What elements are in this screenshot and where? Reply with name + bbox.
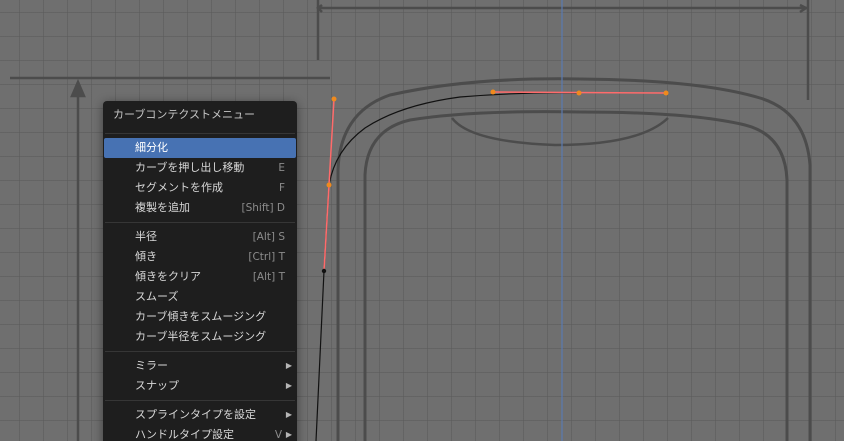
menu-item-snap[interactable]: スナップ ▶ — [104, 376, 296, 396]
curve-handles[interactable] — [321, 89, 669, 274]
control-point — [576, 90, 582, 96]
menu-item-shortcut: [Shift] D — [241, 202, 285, 214]
curve-context-menu: カーブコンテクストメニュー 細分化 カーブを押し出し移動 E セグメントを作成 … — [103, 101, 297, 441]
menu-item-shortcut: [Alt] S — [252, 231, 285, 243]
menu-item-smooth[interactable]: スムーズ — [104, 287, 296, 307]
triangle-right-icon: ▶ — [285, 430, 292, 439]
control-point — [326, 182, 332, 188]
menu-item-label: 傾きをクリア — [135, 270, 201, 283]
menu-item-make-segment[interactable]: セグメントを作成 F — [104, 178, 296, 198]
handle-point — [321, 268, 327, 274]
menu-item-label: 傾き — [135, 250, 157, 263]
menu-item-label: カーブ傾きをスムージング — [135, 310, 267, 323]
menu-item-label: セグメントを作成 — [135, 181, 223, 194]
menu-item-label: 複製を追加 — [135, 201, 190, 214]
handle-point — [663, 90, 669, 96]
menu-item-label: スムーズ — [135, 290, 179, 303]
menu-item-set-handle-type[interactable]: ハンドルタイプ設定 V ▶ — [104, 425, 296, 441]
menu-item-shortcut: [Alt] T — [252, 271, 285, 283]
menu-item-label: カーブを押し出し移動 — [135, 161, 245, 174]
handle-point — [490, 89, 496, 95]
menu-item-duplicate[interactable]: 複製を追加 [Shift] D — [104, 198, 296, 218]
menu-item-subdivide[interactable]: 細分化 — [104, 138, 296, 158]
menu-separator — [105, 400, 295, 401]
3d-viewport[interactable]: カーブコンテクストメニュー 細分化 カーブを押し出し移動 E セグメントを作成 … — [0, 0, 844, 441]
handle-point — [331, 96, 337, 102]
menu-item-shortcut: [Ctrl] T — [248, 251, 285, 263]
menu-item-smooth-radius[interactable]: カーブ半径をスムージング — [104, 327, 296, 347]
menu-item-set-spline-type[interactable]: スプラインタイプを設定 ▶ — [104, 405, 296, 425]
triangle-right-icon: ▶ — [285, 361, 292, 370]
menu-item-extrude-curve[interactable]: カーブを押し出し移動 E — [104, 158, 296, 178]
menu-item-label: スナップ — [135, 379, 179, 392]
menu-separator — [105, 222, 295, 223]
menu-item-label: スプラインタイプを設定 — [135, 408, 256, 421]
menu-title: カーブコンテクストメニュー — [113, 108, 256, 121]
menu-item-clear-tilt[interactable]: 傾きをクリア [Alt] T — [104, 267, 296, 287]
menu-item-label: カーブ半径をスムージング — [135, 330, 267, 343]
menu-item-shortcut: E — [278, 162, 285, 174]
menu-item-label: ハンドルタイプ設定 — [135, 428, 234, 441]
menu-item-radius[interactable]: 半径 [Alt] S — [104, 227, 296, 247]
menu-item-shortcut: V — [274, 429, 282, 441]
menu-item-mirror[interactable]: ミラー ▶ — [104, 356, 296, 376]
menu-item-smooth-tilt[interactable]: カーブ傾きをスムージング — [104, 307, 296, 327]
triangle-right-icon: ▶ — [285, 410, 292, 419]
menu-separator — [105, 351, 295, 352]
menu-item-label: 細分化 — [135, 141, 168, 154]
menu-separator — [105, 133, 295, 134]
menu-item-label: ミラー — [135, 359, 168, 372]
menu-item-label: 半径 — [135, 230, 157, 243]
triangle-right-icon: ▶ — [285, 381, 292, 390]
menu-item-tilt[interactable]: 傾き [Ctrl] T — [104, 247, 296, 267]
menu-item-shortcut: F — [278, 182, 285, 194]
